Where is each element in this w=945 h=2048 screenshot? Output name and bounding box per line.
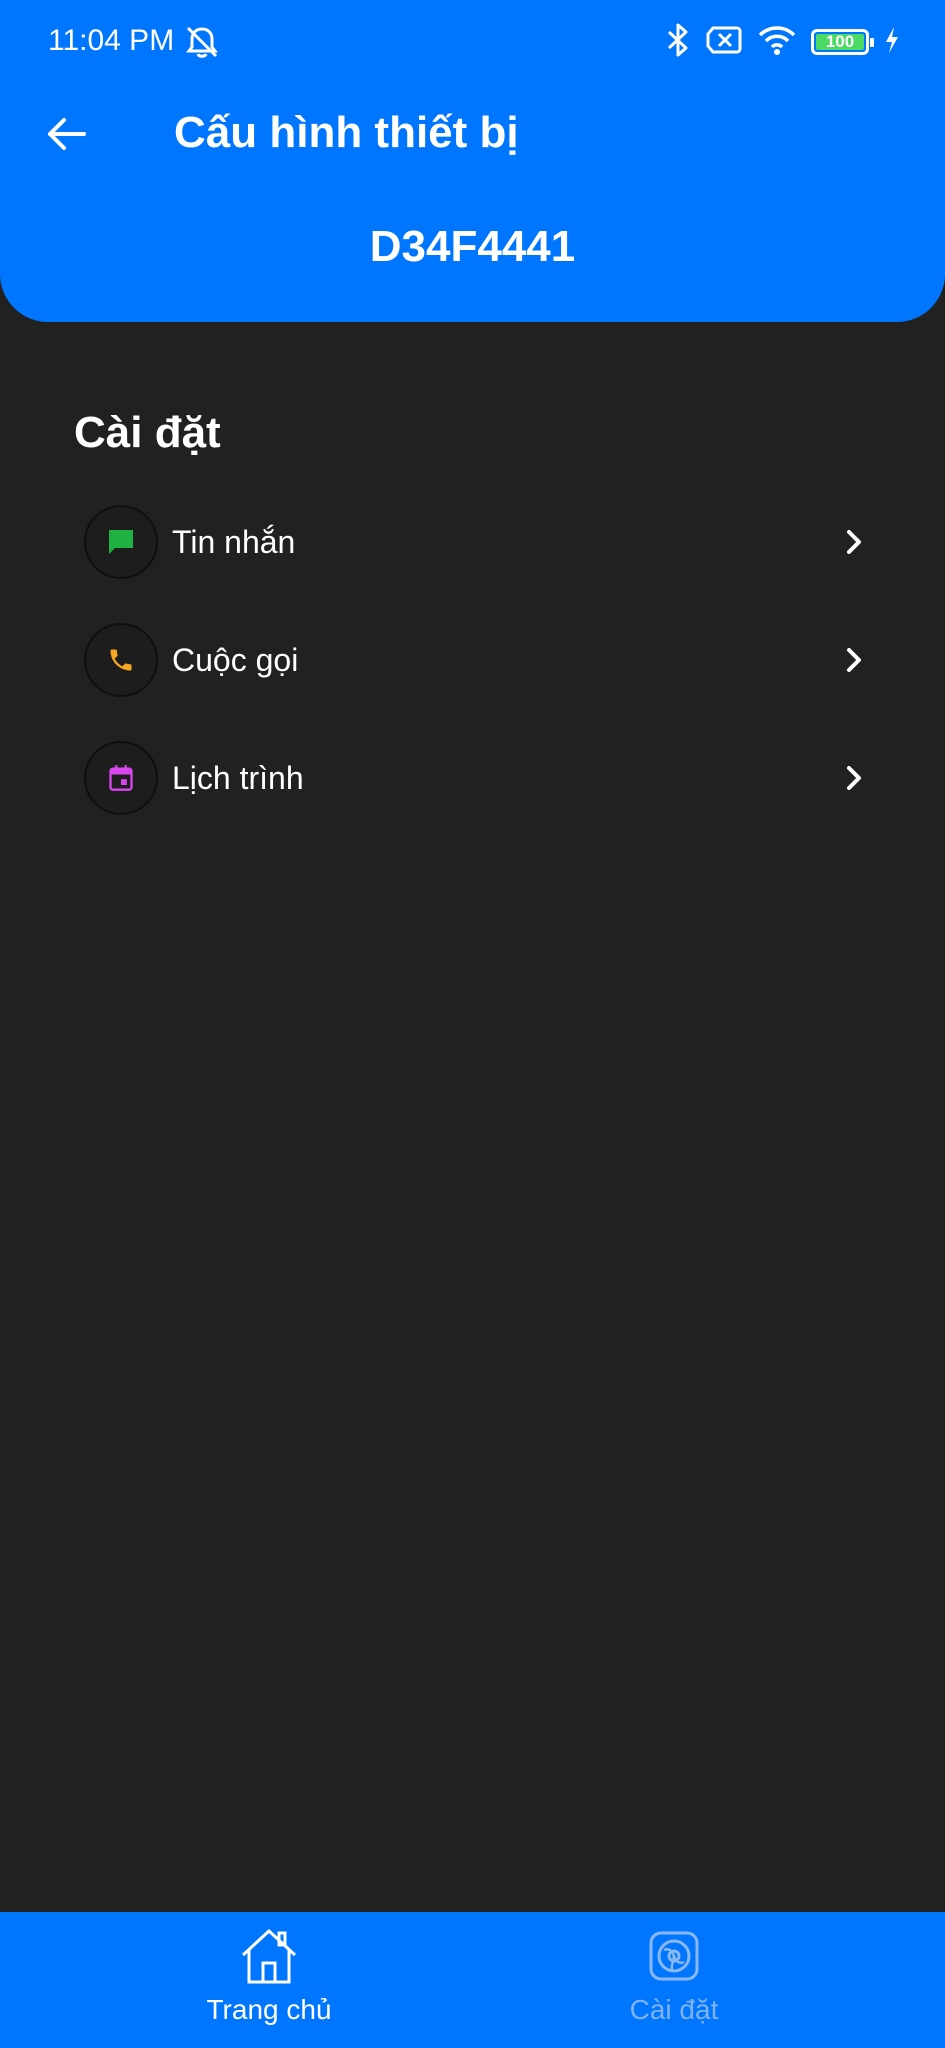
- menu-item-messages[interactable]: Tin nhắn: [74, 492, 884, 592]
- back-button[interactable]: [38, 106, 94, 162]
- page-title: Cấu hình thiết bị: [174, 108, 519, 157]
- status-icons: 100: [665, 22, 901, 62]
- menu-item-label: Lịch trình: [172, 759, 304, 796]
- message-icon: [84, 505, 158, 579]
- menu-item-label: Tin nhắn: [172, 523, 296, 560]
- chevron-right-icon: [834, 522, 874, 562]
- nav-item-home[interactable]: Trang chủ: [119, 1912, 419, 2048]
- status-time: 11:04 PM: [48, 24, 175, 57]
- menu-item-calls[interactable]: Cuộc gọi: [74, 610, 884, 710]
- home-icon: [239, 1926, 299, 1986]
- charging-icon: [883, 25, 901, 60]
- bottom-nav: Trang chủ Cài đặt: [0, 1912, 945, 2048]
- device-config-screen: 11:04 PM 100 Cấu hình thiết bị D34F4441 …: [0, 0, 945, 2048]
- chevron-right-icon: [834, 640, 874, 680]
- nav-label-home: Trang chủ: [206, 1994, 332, 2025]
- header: 11:04 PM 100 Cấu hình thiết bị D34F4441: [0, 0, 945, 322]
- battery-level: 100: [825, 32, 855, 51]
- status-bar: 11:04 PM 100: [0, 0, 945, 84]
- nav-label-settings: Cài đặt: [629, 1994, 719, 2025]
- calendar-icon: [84, 741, 158, 815]
- battery-icon: 100: [811, 29, 874, 55]
- alarm-off-icon: [182, 22, 222, 62]
- wifi-icon: [757, 24, 797, 61]
- menu-item-schedule[interactable]: Lịch trình: [74, 728, 884, 828]
- nav-item-settings[interactable]: Cài đặt: [524, 1912, 824, 2048]
- phone-icon: [84, 623, 158, 697]
- section-title: Cài đặt: [74, 408, 221, 457]
- menu-item-label: Cuộc gọi: [172, 641, 299, 678]
- chevron-right-icon: [834, 758, 874, 798]
- no-sim-icon: [705, 25, 743, 60]
- arrow-left-icon: [48, 118, 86, 150]
- settings-icon: [644, 1926, 704, 1986]
- device-id: D34F4441: [369, 222, 576, 271]
- bluetooth-icon: [665, 22, 691, 63]
